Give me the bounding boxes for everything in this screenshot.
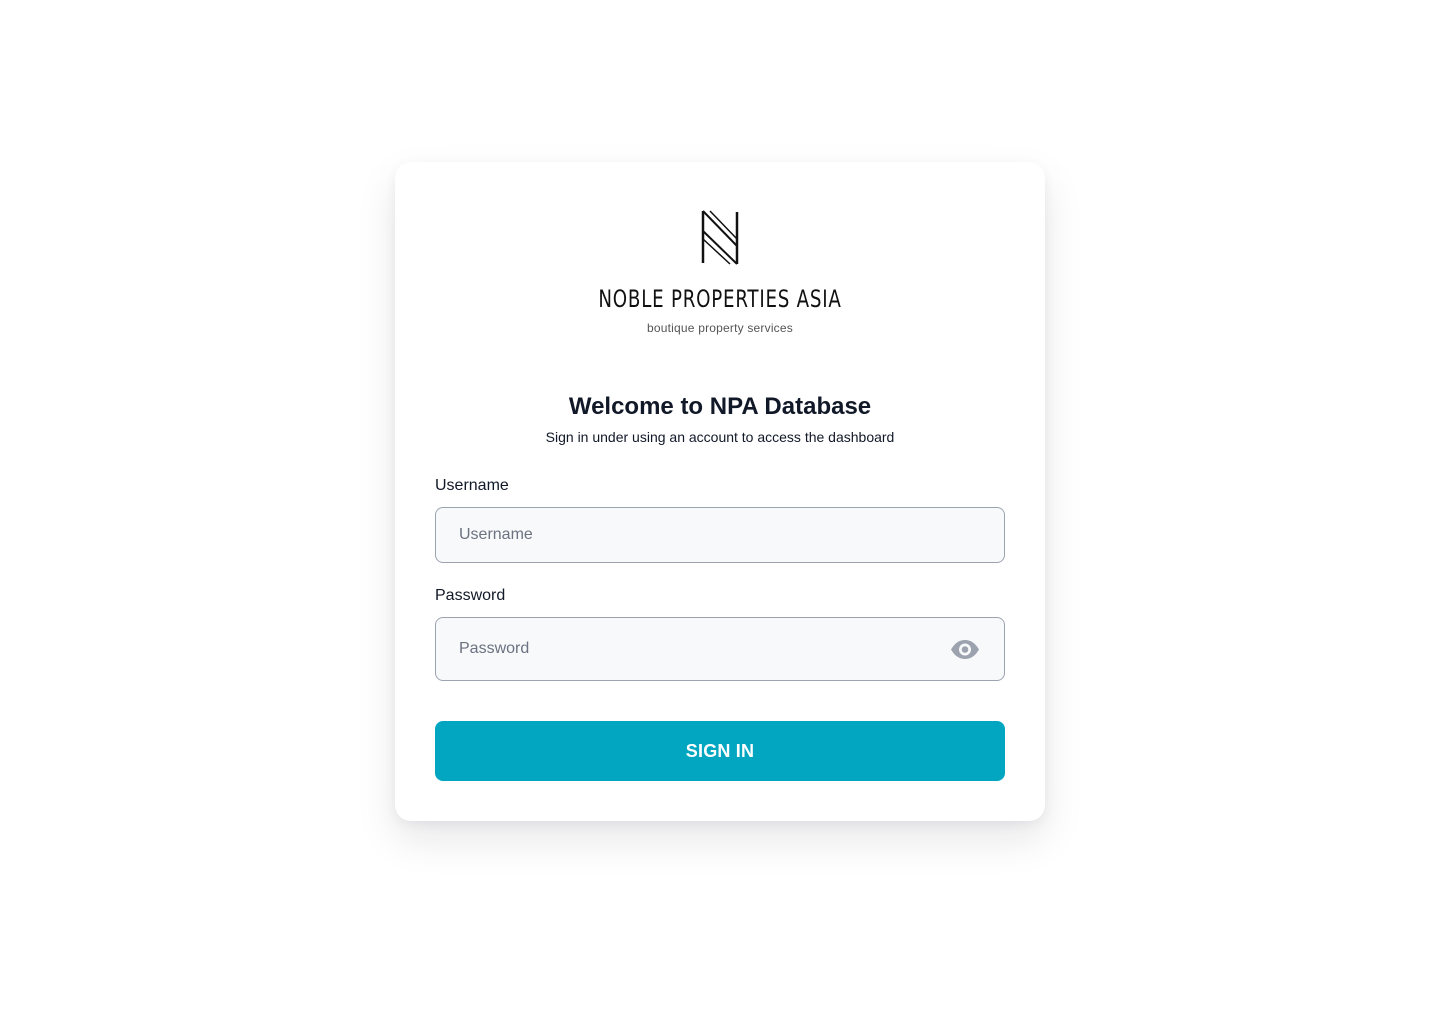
sign-in-button[interactable]: SIGN IN	[435, 721, 1005, 781]
page-title: Welcome to NPA Database	[568, 393, 872, 421]
username-input[interactable]	[436, 508, 1004, 562]
brand-tagline: boutique property services	[647, 321, 793, 335]
username-label: Username	[435, 477, 509, 494]
login-card: NOBLE PROPERTIES ASIA boutique property …	[395, 162, 1045, 821]
password-input[interactable]	[436, 618, 1004, 680]
username-field[interactable]	[435, 507, 1005, 563]
brand-name: NOBLE PROPERTIES ASIA	[598, 285, 842, 313]
noble-properties-logo-mark	[701, 210, 739, 265]
password-field[interactable]	[435, 617, 1005, 681]
brand-logo: NOBLE PROPERTIES ASIA boutique property …	[395, 208, 1045, 338]
eye-icon[interactable]	[950, 639, 980, 660]
password-label: Password	[435, 587, 506, 604]
page-subtitle: Sign in under using an account to access…	[545, 429, 895, 445]
